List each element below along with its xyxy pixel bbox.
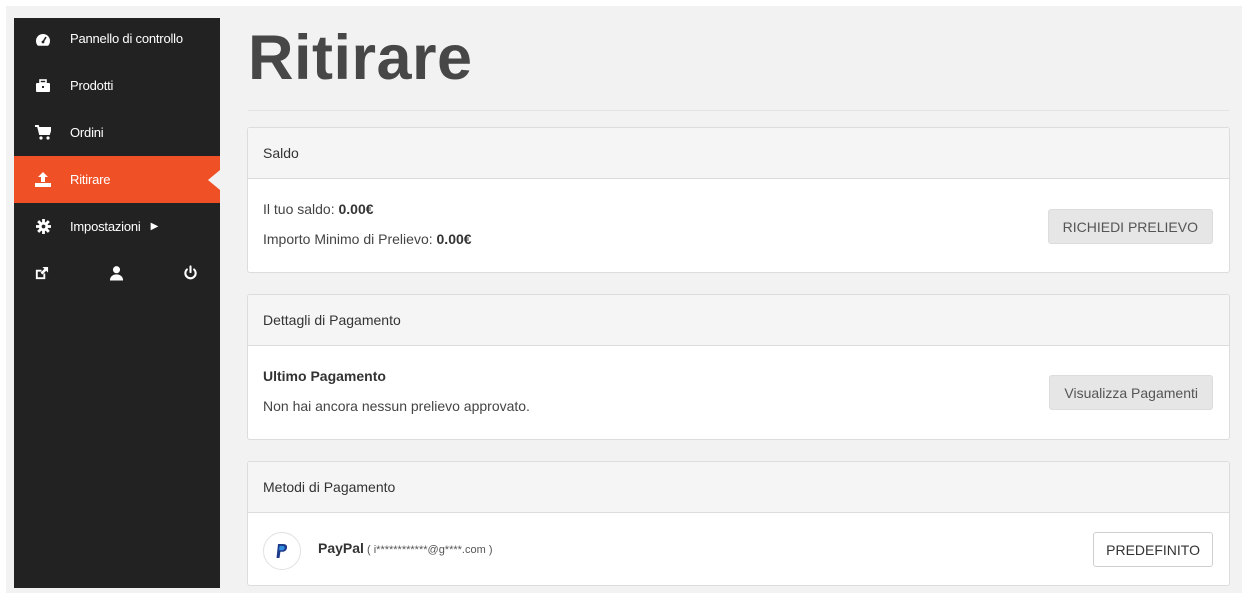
sidebar-item-dashboard[interactable]: Pannello di controllo [14, 18, 220, 62]
divider [248, 110, 1229, 111]
panel-body: Ultimo Pagamento Non hai ancora nessun p… [248, 346, 1229, 440]
panel-header: Metodi di Pagamento [248, 462, 1229, 513]
power-icon[interactable] [183, 265, 198, 281]
minimum-line: Importo Minimo di Prelievo: 0.00€ [263, 231, 472, 247]
external-link-icon[interactable] [34, 266, 49, 281]
panel-header: Saldo [248, 128, 1229, 179]
sidebar-item-withdraw[interactable]: Ritirare [14, 156, 220, 203]
cart-icon [34, 124, 52, 142]
sidebar-item-orders[interactable]: Ordini [14, 109, 220, 156]
payment-method-account: ( i************@g****.com ) [363, 544, 493, 556]
briefcase-icon [34, 77, 52, 95]
sidebar-item-label: Pannello di controllo [70, 31, 183, 46]
view-payments-button[interactable]: Visualizza Pagamenti [1049, 375, 1213, 410]
sidebar-item-label: Impostazioni [70, 219, 141, 234]
sidebar-icon-row [14, 250, 220, 290]
last-payment-title: Ultimo Pagamento [263, 368, 386, 384]
sidebar: Pannello di controllo Prodotti Ordini Ri… [14, 18, 220, 588]
panel-header: Dettagli di Pagamento [248, 295, 1229, 346]
sidebar-item-label: Ritirare [70, 172, 111, 187]
balance-value: 0.00€ [338, 201, 374, 217]
caret-right-icon: ▶ [150, 221, 159, 232]
balance-label: Il tuo saldo: [263, 201, 339, 217]
minimum-value: 0.00€ [436, 231, 472, 247]
balance-line: Il tuo saldo: 0.00€ [263, 201, 374, 217]
upload-icon [34, 171, 52, 189]
default-method-button[interactable]: PREDEFINITO [1093, 532, 1213, 567]
sidebar-item-products[interactable]: Prodotti [14, 62, 220, 109]
request-withdrawal-button[interactable]: RICHIEDI PRELIEVO [1047, 209, 1213, 244]
sidebar-item-settings[interactable]: Impostazioni ▶ [14, 203, 220, 250]
paypal-icon [263, 532, 301, 570]
payment-methods-panel: Metodi di Pagamento PayPal ( i**********… [247, 461, 1230, 586]
last-payment-text: Non hai ancora nessun prelievo approvato… [263, 398, 530, 414]
user-icon[interactable] [109, 265, 124, 281]
payment-method-name: PayPal [318, 540, 364, 556]
minimum-label: Importo Minimo di Prelievo: [263, 231, 437, 247]
dashboard-icon [34, 31, 52, 49]
sidebar-item-label: Prodotti [70, 78, 114, 93]
payment-details-panel: Dettagli di Pagamento Ultimo Pagamento N… [247, 294, 1230, 440]
page-title: Ritirare [248, 23, 473, 93]
payment-method-line: PayPal ( i************@g****.com ) [318, 540, 493, 556]
balance-panel: Saldo Il tuo saldo: 0.00€ Importo Minimo… [247, 127, 1230, 273]
sidebar-item-label: Ordini [70, 125, 104, 140]
gear-icon [34, 218, 52, 236]
panel-body: PayPal ( i************@g****.com ) PREDE… [248, 513, 1229, 586]
panel-body: Il tuo saldo: 0.00€ Importo Minimo di Pr… [248, 179, 1229, 273]
